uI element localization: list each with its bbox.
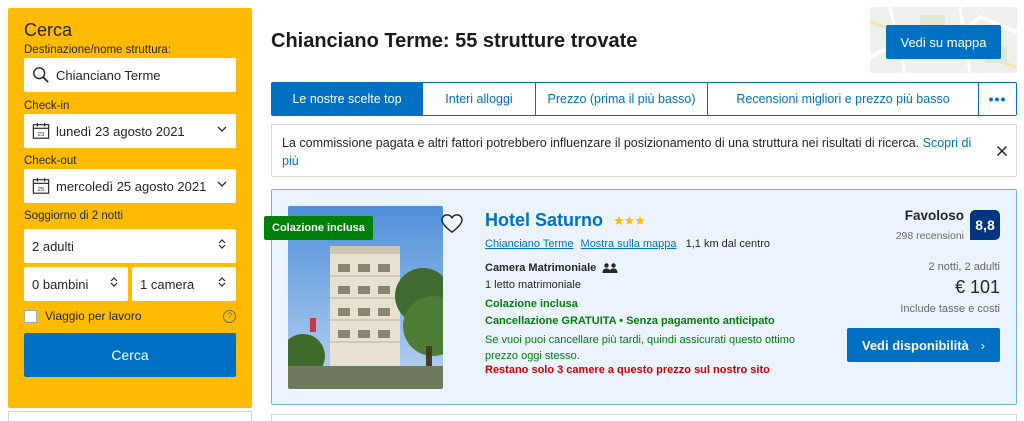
close-icon[interactable] [996,145,1008,157]
property-card: Colazione inclusa Hotel Saturno ★★★ Chia… [264,189,1017,405]
star-rating: ★★★ [613,213,646,228]
price: € 101 [954,277,1000,297]
location-line: Chianciano Terme Mostra sulla mappa 1,1 … [485,238,770,250]
checkout-day: 25 [38,187,45,193]
ranking-notice: La commissione pagata e altri fattori po… [271,124,1017,177]
select-arrows-icon [110,277,118,287]
location-link[interactable]: Chianciano Terme [485,238,573,250]
stay-summary: 2 notti, 2 adulti [928,261,1000,273]
children-value: 0 bambini [32,276,89,292]
search-icon [33,67,49,83]
taxes-note: Include tasse e costi [900,303,1000,315]
business-trip-label: Viaggio per lavoro [45,309,142,323]
children-select[interactable]: 0 bambini [24,267,128,301]
tab-top-picks[interactable]: Le nostre scelte top [272,83,423,115]
search-button[interactable]: Cerca [24,333,236,377]
bed-info: 1 letto matrimoniale [485,279,581,291]
destination-label: Destinazione/nome struttura: [24,44,172,56]
search-panel: Cerca Destinazione/nome struttura: Chian… [8,8,252,408]
show-on-map-button[interactable]: Vedi su mappa [886,25,1001,59]
business-trip-checkbox[interactable] [24,309,37,323]
chevron-right-icon: › [980,337,986,353]
room-type: Camera Matrimoniale [485,262,618,274]
free-cancellation: Cancellazione GRATUITA • Senza pagamento… [485,315,775,327]
chevron-down-icon [217,126,227,132]
scarcity-message: Restano solo 3 camere a questo prezzo su… [485,364,770,376]
select-arrows-icon [218,277,226,287]
checkin-field[interactable]: 23 lunedì 23 agosto 2021 [24,114,236,148]
cancellation-note: Se vuoi puoi cancellare più tardi, quind… [485,334,796,362]
tab-best-reviewed-lowest-price[interactable]: Recensioni migliori e prezzo più basso [708,83,979,115]
checkout-field[interactable]: 25 mercoledì 25 agosto 2021 [24,169,236,203]
distance-text: 1,1 km dal centro [685,238,770,250]
adults-value: 2 adulti [32,238,74,254]
destination-value: Chianciano Terme [56,67,161,83]
checkin-value: lunedì 23 agosto 2021 [56,123,185,139]
tab-entire-homes[interactable]: Interi alloggi [423,83,536,115]
review-count[interactable]: 298 recensioni [896,230,964,242]
business-trip-row: Viaggio per lavoro ? [24,305,236,327]
more-tabs-button[interactable]: ••• [979,83,1016,115]
select-arrows-icon [218,239,226,249]
breakfast-info: Colazione inclusa [485,298,578,310]
next-card-edge [271,414,1017,421]
notice-text: La commissione pagata e altri fattori po… [282,136,920,150]
search-title: Cerca [24,20,73,40]
chevron-down-icon [217,181,227,187]
results-page: Cerca Destinazione/nome struttura: Chian… [0,0,1024,421]
page-title: Chianciano Terme: 55 strutture trovate [271,30,638,52]
rooms-select[interactable]: 1 camera [132,267,236,301]
calendar-icon: 25 [32,177,50,194]
tab-price-lowest[interactable]: Prezzo (prima il più basso) [536,83,708,115]
persons-icon [602,263,618,273]
room-type-label: Camera Matrimoniale [485,262,597,274]
rating-word: Favoloso [904,208,964,223]
destination-input[interactable]: Chianciano Terme [24,58,236,92]
hotel-name-link[interactable]: Hotel Saturno [485,210,603,231]
help-icon[interactable]: ? [223,310,236,323]
review-score-badge[interactable]: 8,8 [970,210,1000,240]
checkout-label: Check-out [24,155,77,167]
breakfast-included-badge: Colazione inclusa [264,216,373,240]
show-map-link[interactable]: Mostra sulla mappa [581,238,677,250]
next-panel-edge [8,411,252,421]
see-availability-button[interactable]: Vedi disponibilità › [847,328,1000,362]
see-availability-label: Vedi disponibilità [861,337,969,353]
checkin-label: Check-in [24,100,70,112]
stay-length: Soggiorno di 2 notti [24,210,124,222]
rooms-value: 1 camera [140,276,195,292]
adults-select[interactable]: 2 adulti [24,229,236,263]
calendar-icon: 23 [32,122,50,139]
sort-tabs: Le nostre scelte top Interi alloggi Prez… [271,82,1017,116]
checkout-value: mercoledì 25 agosto 2021 [56,178,207,194]
heart-icon[interactable] [441,214,463,234]
checkin-day: 23 [38,132,45,138]
